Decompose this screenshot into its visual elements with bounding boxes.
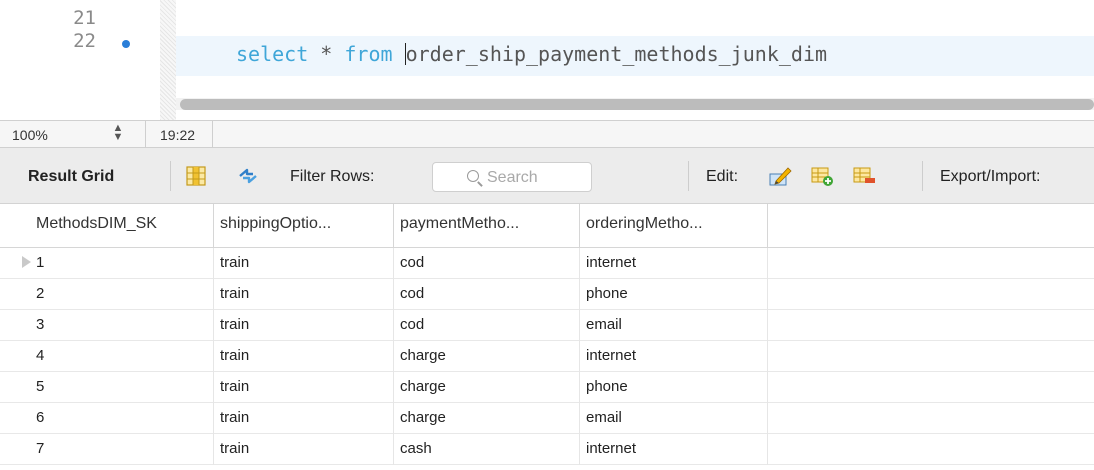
cell[interactable]: cod [394,248,580,279]
cell[interactable]: phone [580,372,768,403]
edit-label: Edit: [706,168,739,185]
table-row[interactable]: 6 train charge email [0,403,1094,434]
search-icon [467,170,479,182]
filter-rows-label: Filter Rows: [290,168,375,185]
table-row[interactable]: 7 train cash internet [0,434,1094,465]
table-row[interactable]: 2 train cod phone [0,279,1094,310]
line-number-gutter: 21 22 [0,0,160,120]
query-text[interactable]: select * from order_ship_payment_methods… [236,42,827,66]
column-header[interactable]: orderingMetho... [580,204,768,248]
cell[interactable]: charge [394,372,580,403]
line-number: 21 [73,7,96,29]
cell[interactable]: train [214,341,394,372]
select-star: * [308,42,345,66]
zoom-stepper-icon[interactable]: ▲ ▼ [110,123,126,144]
keyword-select: select [236,42,309,66]
horizontal-scrollbar-thumb[interactable] [180,99,1094,110]
cell[interactable]: phone [580,279,768,310]
toolbar-divider [922,161,923,191]
zoom-level: 100% [12,127,48,143]
column-header[interactable]: paymentMetho... [394,204,580,248]
cell[interactable]: email [580,403,768,434]
cell[interactable]: train [214,310,394,341]
cell[interactable]: 7 [30,434,214,465]
keyword-from: from [344,42,393,66]
status-divider [145,121,146,148]
cell[interactable]: email [580,310,768,341]
gutter-divider [160,0,176,120]
line-number: 22 [73,30,96,52]
filter-search-input[interactable]: Search [432,162,592,192]
toolbar-divider [688,161,689,191]
cell[interactable]: train [214,403,394,434]
column-header[interactable]: MethodsDIM_SK [30,204,214,248]
cell[interactable]: train [214,372,394,403]
cell[interactable]: 1 [30,248,214,279]
sql-editor[interactable]: 21 22 select * from order_ship_payment_m… [0,0,1094,120]
delete-row-icon[interactable] [852,164,876,188]
table-row[interactable]: 3 train cod email [0,310,1094,341]
refresh-arrows-icon[interactable] [236,164,260,188]
result-toolbar: Result Grid Filter Rows: Search Edit: Ex… [0,148,1094,204]
cell[interactable]: cash [394,434,580,465]
cell[interactable]: 4 [30,341,214,372]
table-name-start: o [405,42,418,66]
status-divider [212,121,213,148]
cell[interactable]: 3 [30,310,214,341]
result-grid-tab[interactable]: Result Grid [28,168,114,186]
cell[interactable]: cod [394,279,580,310]
cell[interactable]: 2 [30,279,214,310]
toolbar-divider [170,161,171,191]
cell[interactable]: cod [394,310,580,341]
grid-header-row: MethodsDIM_SK shippingOptio... paymentMe… [0,204,1094,248]
editor-status-bar: 100% ▲ ▼ 19:22 [0,120,1094,148]
edit-pencil-icon[interactable] [768,164,792,188]
export-import-label: Export/Import: [940,168,1041,185]
cursor-position: 19:22 [160,127,196,143]
table-name: rder_ship_payment_methods_junk_dim [417,42,828,66]
cell[interactable]: 6 [30,403,214,434]
cell[interactable]: internet [580,248,768,279]
add-row-icon[interactable] [810,164,834,188]
table-row[interactable]: 1 train cod internet [0,248,1094,279]
breakpoint-dot-icon[interactable] [122,40,130,48]
column-header[interactable]: shippingOptio... [214,204,394,248]
cell[interactable]: internet [580,434,768,465]
cell[interactable]: charge [394,341,580,372]
table-row[interactable]: 5 train charge phone [0,372,1094,403]
cell[interactable]: train [214,279,394,310]
search-placeholder: Search [487,169,538,186]
result-grid-columns-icon[interactable] [184,164,208,188]
table-row[interactable]: 4 train charge internet [0,341,1094,372]
cell[interactable]: train [214,434,394,465]
cell[interactable]: internet [580,341,768,372]
result-grid[interactable]: MethodsDIM_SK shippingOptio... paymentMe… [0,204,1094,470]
cell[interactable]: train [214,248,394,279]
cell[interactable]: charge [394,403,580,434]
cell[interactable]: 5 [30,372,214,403]
